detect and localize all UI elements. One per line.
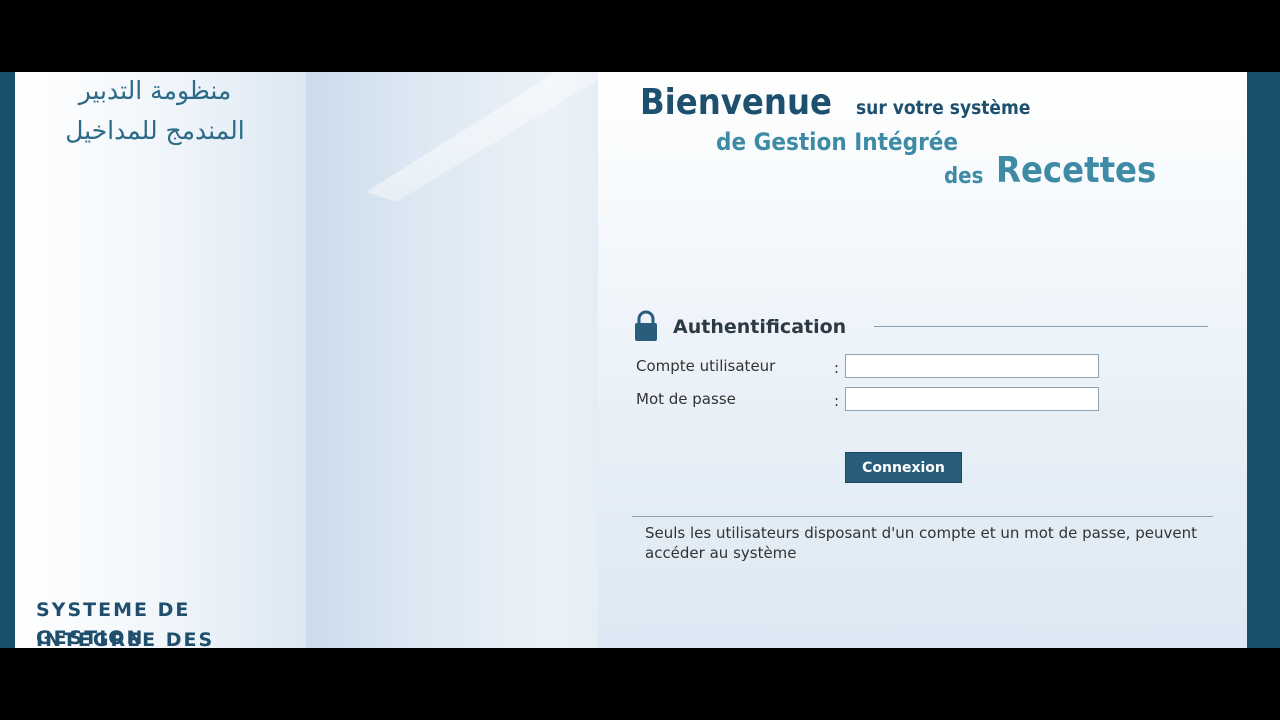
password-colon: :	[834, 392, 840, 410]
arabic-title-line1: منظومة التدبير	[78, 76, 232, 105]
auth-heading-rule	[874, 326, 1208, 327]
password-input[interactable]	[845, 387, 1099, 411]
frame-border-left	[0, 72, 15, 648]
connexion-button[interactable]: Connexion	[845, 452, 962, 483]
welcome-gestion-integree: de Gestion Intégrée	[716, 128, 959, 156]
letterbox-top	[0, 0, 1280, 72]
auth-heading: Authentification	[673, 316, 847, 338]
frame-border-right	[1247, 72, 1280, 648]
access-note: Seuls les utilisateurs disposant d'un co…	[645, 524, 1197, 562]
welcome-bienvenue: Bienvenue	[640, 82, 832, 123]
username-label: Compte utilisateur	[636, 357, 776, 375]
welcome-recettes: Recettes	[996, 150, 1157, 191]
decorative-panel	[306, 72, 598, 648]
login-page: منظومة التدبير المندمج للمداخيل SYSTEME …	[0, 72, 1280, 648]
branding-panel	[15, 72, 306, 648]
username-colon: :	[834, 359, 840, 377]
username-input[interactable]	[845, 354, 1099, 378]
system-title-line2: INTEGREE DES RECETTES	[36, 629, 215, 648]
password-label: Mot de passe	[636, 390, 736, 408]
main-panel: Bienvenue sur votre système de Gestion I…	[598, 72, 1247, 648]
note-separator	[632, 516, 1213, 517]
letterbox-bottom	[0, 648, 1280, 720]
lock-icon	[635, 310, 657, 341]
light-streak-graphic	[306, 72, 598, 648]
welcome-sur-votre-systeme: sur votre système	[856, 97, 1031, 119]
welcome-des: des	[944, 164, 984, 189]
arabic-title-line2: المندمج للمداخيل	[65, 116, 245, 145]
